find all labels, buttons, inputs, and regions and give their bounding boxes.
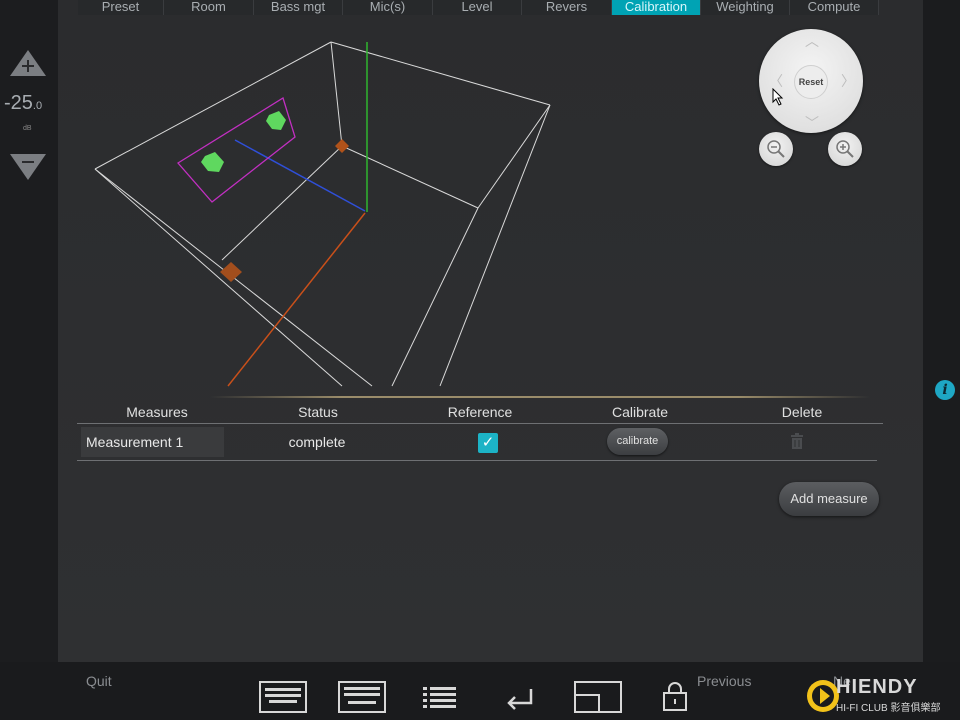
column-header-measures: Measures — [126, 404, 188, 420]
mouse-cursor-icon — [772, 88, 784, 106]
mic-position-2 — [266, 111, 286, 130]
volume-unit: dB — [23, 125, 32, 132]
chevron-up-icon[interactable]: ︿ — [805, 31, 819, 51]
lock-icon[interactable] — [662, 681, 688, 713]
chevron-right-icon[interactable]: 〉 — [841, 71, 855, 91]
column-header-reference: Reference — [447, 404, 513, 420]
view-navigation-pad[interactable]: ︿ ﹀ 〈 〉 Reset — [759, 29, 863, 133]
zoom-out-icon — [767, 140, 785, 158]
keyboard-icon[interactable] — [259, 681, 307, 713]
list-icon[interactable] — [422, 681, 458, 713]
room-wireframe — [94, 41, 551, 387]
trash-icon[interactable] — [790, 433, 804, 449]
previous-button[interactable]: Previous — [697, 673, 751, 689]
axis-z — [227, 212, 366, 387]
volume-down-button[interactable] — [10, 152, 46, 184]
info-icon[interactable]: i — [935, 380, 955, 400]
brand-name: HIENDY — [836, 676, 918, 698]
header-divider — [77, 423, 883, 424]
column-header-calibrate: Calibrate — [611, 404, 669, 420]
reference-checkbox[interactable]: ✓ — [478, 433, 498, 453]
brand-subtitle: HI-FI CLUB 影音俱樂部 — [836, 703, 941, 714]
volume-value: -25.0 — [4, 92, 43, 114]
volume-up-button[interactable] — [10, 48, 46, 80]
reset-view-button[interactable]: Reset — [794, 65, 828, 99]
axis-x — [234, 139, 366, 212]
minus-icon — [10, 154, 46, 180]
speaker-marker-2 — [220, 262, 242, 282]
enter-icon[interactable] — [505, 681, 535, 713]
row-divider — [77, 460, 877, 461]
measurement-status: complete — [288, 434, 346, 450]
zoom-out-button[interactable] — [759, 132, 793, 166]
plus-icon — [10, 50, 46, 76]
column-header-status: Status — [298, 404, 338, 420]
calibrate-button[interactable]: calibrate — [607, 428, 668, 455]
zoom-in-icon — [836, 140, 854, 158]
zoom-in-button[interactable] — [828, 132, 862, 166]
mic-position-1 — [201, 152, 224, 172]
keyboard-icon[interactable] — [338, 681, 386, 713]
column-header-delete: Delete — [781, 404, 823, 420]
quit-button[interactable]: Quit — [86, 673, 112, 689]
section-divider — [210, 396, 870, 398]
measurement-name-field[interactable]: Measurement 1 — [81, 427, 224, 457]
add-measure-button[interactable]: Add measure — [779, 482, 879, 516]
chevron-down-icon[interactable]: ﹀ — [805, 113, 819, 133]
window-icon[interactable] — [574, 681, 622, 713]
